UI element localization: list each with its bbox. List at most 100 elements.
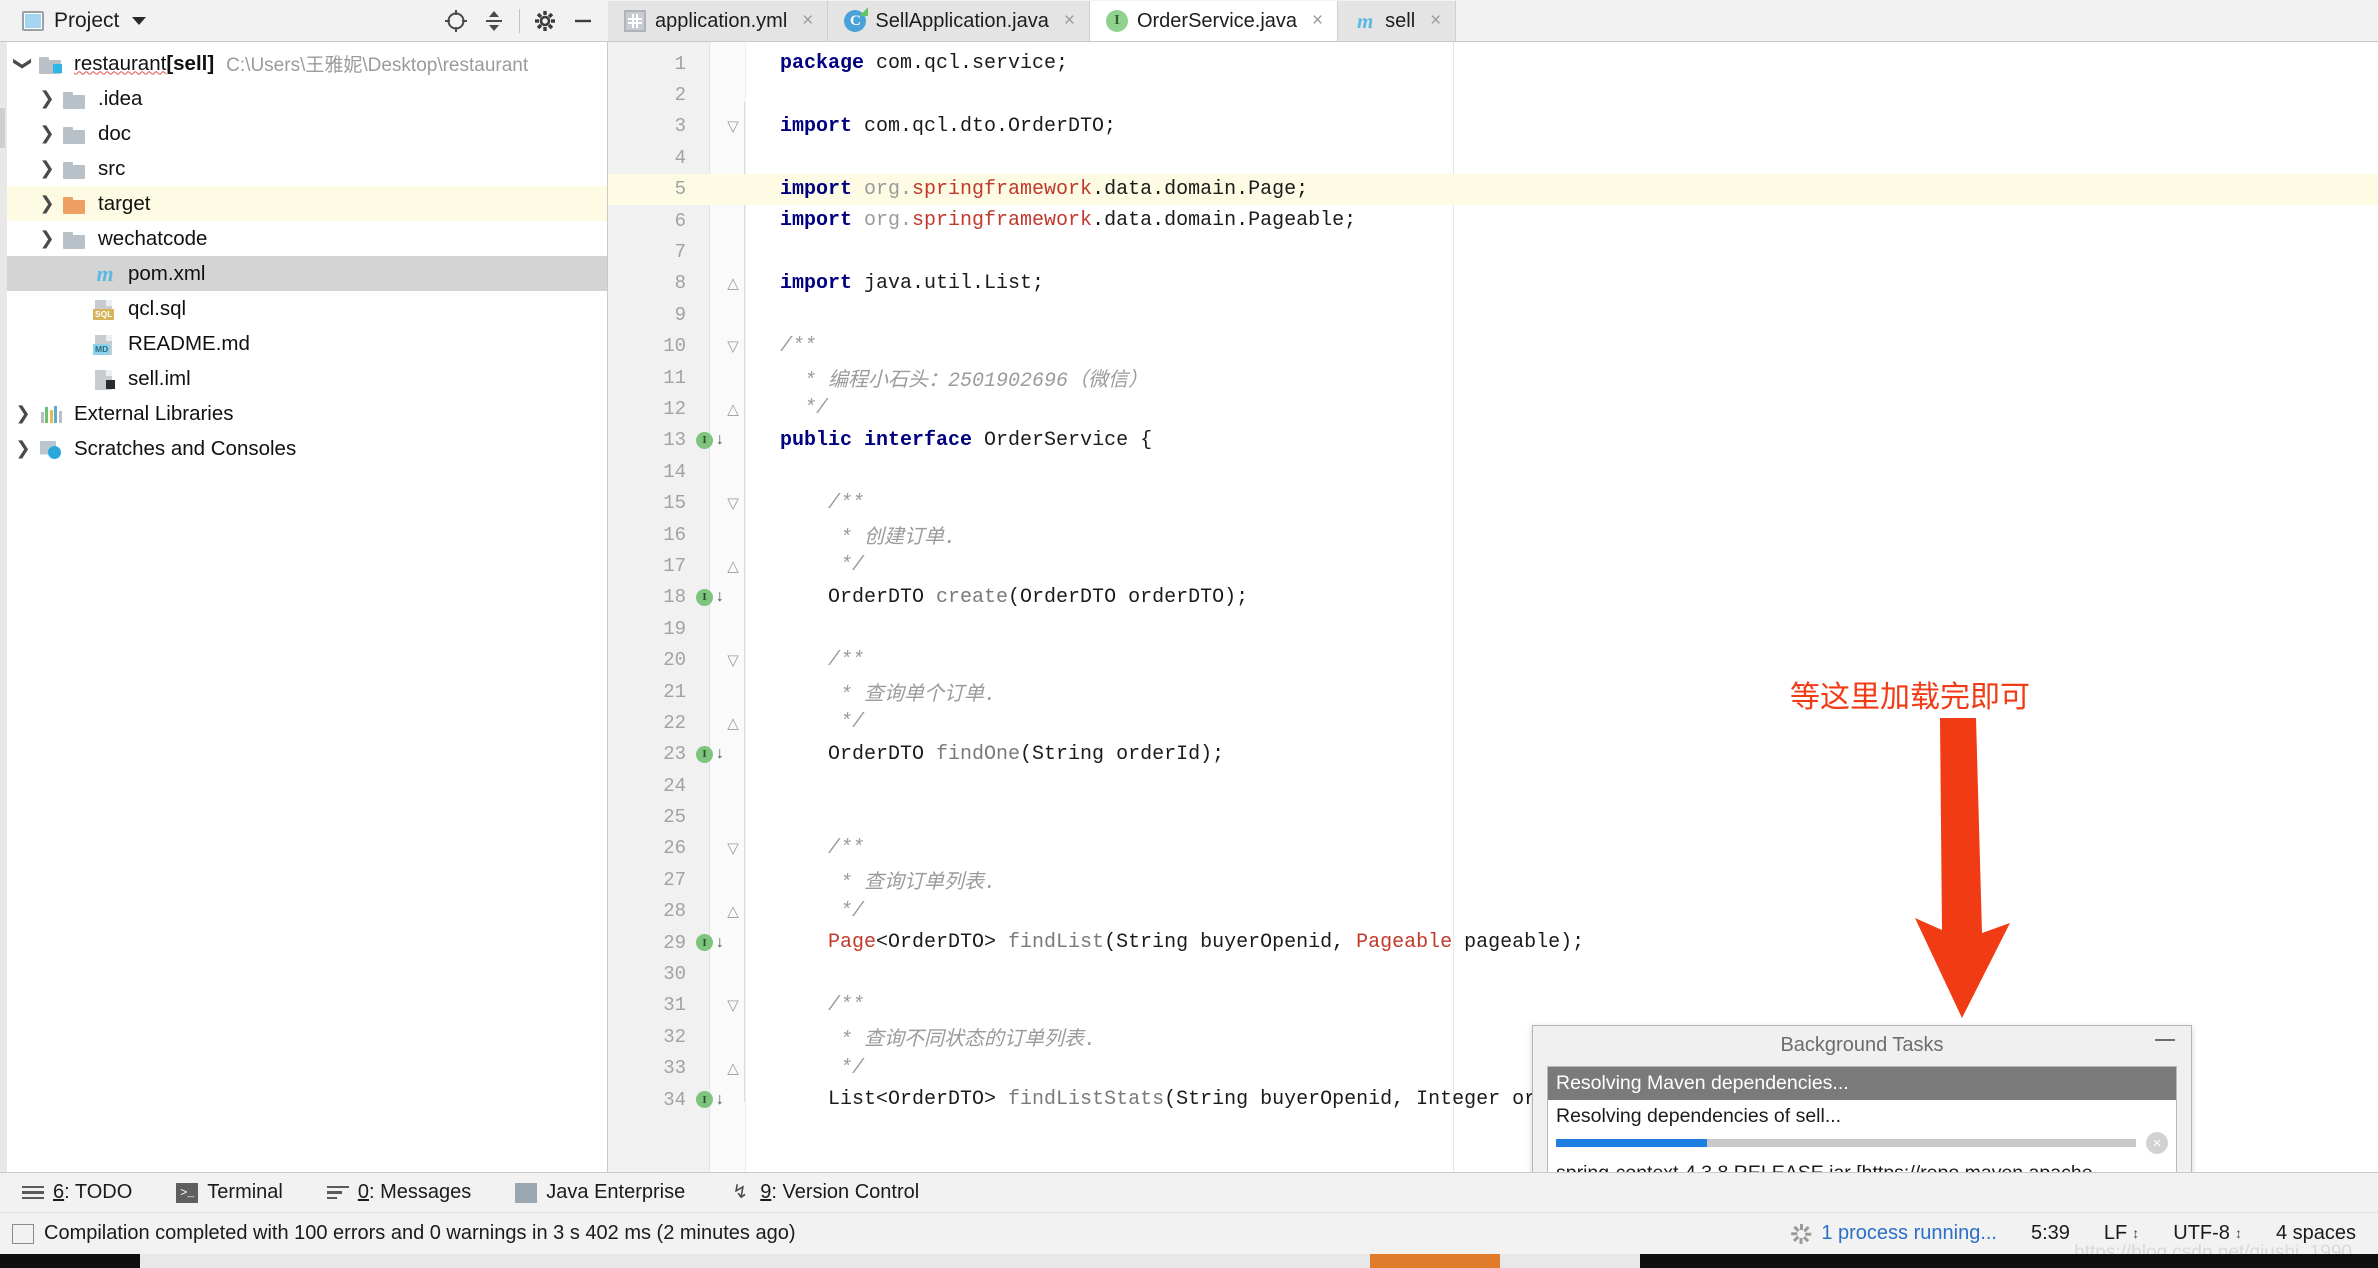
code-line[interactable]: 30 [608,958,2378,989]
collapse-all-icon[interactable] [475,2,513,40]
code-lines[interactable]: 1package com.qcl.service;23▽import com.q… [608,42,2378,1172]
close-icon[interactable]: × [802,10,813,32]
locate-icon[interactable] [437,2,475,40]
fold-region-start-icon[interactable]: ▽ [724,117,742,135]
caret-position[interactable]: 5:39 [2031,1222,2070,1245]
code-line[interactable]: 26▽ /** [608,833,2378,864]
tree-item-external-libraries[interactable]: ❯External Libraries [0,396,607,431]
implemented-method-gutter-icon[interactable]: I↓ [692,739,736,770]
minimize-icon[interactable] [564,2,602,40]
tree-item-src[interactable]: ❯src [0,151,607,186]
event-log-icon[interactable] [12,1224,34,1244]
fold-region-end-icon[interactable]: △ [724,400,742,418]
code-line[interactable]: 21 * 查询单个订单. [608,676,2378,707]
tree-scrollbar[interactable] [0,42,7,1172]
code-line[interactable]: 11 * 编程小石头：2501902696（微信） [608,362,2378,393]
tree-item-doc[interactable]: ❯doc [0,116,607,151]
fold-region-end-icon[interactable]: △ [724,902,742,920]
code-line[interactable]: 29I↓ Page<OrderDTO> findList(String buye… [608,927,2378,958]
expander-expand-icon[interactable]: ❯ [34,123,60,144]
tree-item-module: [sell] [166,52,214,76]
tree-item-readme-md[interactable]: MDREADME.md [0,326,607,361]
expander-expand-icon[interactable]: ❯ [34,158,60,179]
code-line[interactable]: 17△ */ [608,550,2378,581]
code-line[interactable]: 18I↓ OrderDTO create(OrderDTO orderDTO); [608,582,2378,613]
code-line[interactable]: 23I↓ OrderDTO findOne(String orderId); [608,739,2378,770]
fold-region-end-icon[interactable]: △ [724,274,742,292]
line-number: 20 [608,649,686,671]
code-line[interactable]: 1package com.qcl.service; [608,48,2378,79]
tree-item-target[interactable]: ❯target [0,186,607,221]
editor-tab-application-yml[interactable]: application.yml× [608,1,828,41]
expander-collapse-icon[interactable]: ❯ [13,51,34,77]
code-line[interactable]: 16 * 创建订单. [608,519,2378,550]
code-line[interactable]: 24 [608,770,2378,801]
expander-expand-icon[interactable]: ❯ [10,403,36,424]
code-line[interactable]: 25 [608,801,2378,832]
fold-region-start-icon[interactable]: ▽ [724,494,742,512]
tree-item-qcl-sql[interactable]: SQLqcl.sql [0,291,607,326]
fold-region-end-icon[interactable]: △ [724,714,742,732]
implemented-method-gutter-icon[interactable]: I↓ [692,425,736,456]
editor-tab-orderservice-java[interactable]: IOrderService.java× [1090,1,1338,41]
code-line[interactable]: 10▽/** [608,331,2378,362]
tree-item-idea[interactable]: ❯.idea [0,81,607,116]
expander-expand-icon[interactable]: ❯ [34,228,60,249]
code-line[interactable]: 14 [608,456,2378,487]
tool-button-terminal[interactable]: >_Terminal [154,1181,305,1204]
expander-expand-icon[interactable]: ❯ [34,88,60,109]
code-line[interactable]: 19 [608,613,2378,644]
tree-item-wechatcode[interactable]: ❯wechatcode [0,221,607,256]
editor-tab-sellapplication-java[interactable]: CSellApplication.java× [828,1,1090,41]
tree-item-pom-xml[interactable]: mpom.xml [0,256,607,291]
tool-button-java-enterprise[interactable]: Java Enterprise [493,1181,707,1204]
code-line[interactable]: 13I↓public interface OrderService { [608,425,2378,456]
tree-item-restaurant[interactable]: ❯restaurant [sell]C:\Users\王雅妮\Desktop\r… [0,46,607,81]
code-line[interactable]: 12△ */ [608,393,2378,424]
code-line[interactable]: 27 * 查询订单列表. [608,864,2378,895]
fold-region-start-icon[interactable]: ▽ [724,839,742,857]
code-line[interactable]: 22△ */ [608,707,2378,738]
code-line[interactable]: 2 [608,79,2378,110]
expander-expand-icon[interactable]: ❯ [34,193,60,214]
fold-region-start-icon[interactable]: ▽ [724,996,742,1014]
implemented-method-gutter-icon[interactable]: I↓ [692,927,736,958]
tool-window-bar[interactable]: 6: TODO>_Terminal0: MessagesJava Enterpr… [0,1172,2378,1212]
tree-item-scratches-and-consoles[interactable]: ❯Scratches and Consoles [0,431,607,466]
close-icon[interactable]: × [1430,10,1441,32]
process-indicator[interactable]: 1 process running... [1791,1222,1997,1245]
code-line[interactable]: 3▽import com.qcl.dto.OrderDTO; [608,111,2378,142]
tool-button-version-control[interactable]: ↯9: Version Control [707,1181,941,1204]
close-icon[interactable]: × [1312,10,1323,32]
code-line[interactable]: 4 [608,142,2378,173]
close-icon[interactable]: × [1064,10,1075,32]
fold-region-end-icon[interactable]: △ [724,557,742,575]
tool-button-messages[interactable]: 0: Messages [305,1181,493,1204]
tree-item-sell-iml[interactable]: sell.iml [0,361,607,396]
code-line[interactable]: 5import org.springframework.data.domain.… [608,174,2378,205]
implemented-method-gutter-icon[interactable]: I↓ [692,582,736,613]
tool-button-todo[interactable]: 6: TODO [0,1181,154,1204]
code-line[interactable]: 15▽ /** [608,487,2378,518]
minimize-icon[interactable] [2155,1039,2175,1041]
expander-expand-icon[interactable]: ❯ [10,438,36,459]
editor-tabs[interactable]: application.yml×CSellApplication.java×IO… [608,0,2378,42]
fold-region-end-icon[interactable]: △ [724,1059,742,1077]
code-line[interactable]: 31▽ /** [608,990,2378,1021]
code-line[interactable]: 28△ */ [608,896,2378,927]
code-line[interactable]: 9 [608,299,2378,330]
project-tree[interactable]: ❯restaurant [sell]C:\Users\王雅妮\Desktop\r… [0,42,608,1172]
code-line[interactable]: 20▽ /** [608,644,2378,675]
code-line[interactable]: 8△import java.util.List; [608,268,2378,299]
implemented-method-gutter-icon[interactable]: I↓ [692,1084,736,1115]
editor-tab-sell[interactable]: msell× [1338,1,1456,41]
project-toolwindow-title[interactable]: Project [54,9,119,33]
code-editor[interactable]: 1package com.qcl.service;23▽import com.q… [608,42,2378,1172]
code-line[interactable]: 6import org.springframework.data.domain.… [608,205,2378,236]
fold-region-start-icon[interactable]: ▽ [724,337,742,355]
code-line[interactable]: 7 [608,236,2378,267]
cancel-task-button[interactable]: × [2146,1132,2168,1154]
fold-region-start-icon[interactable]: ▽ [724,651,742,669]
gear-icon[interactable] [526,2,564,40]
chevron-down-icon[interactable] [132,17,146,25]
